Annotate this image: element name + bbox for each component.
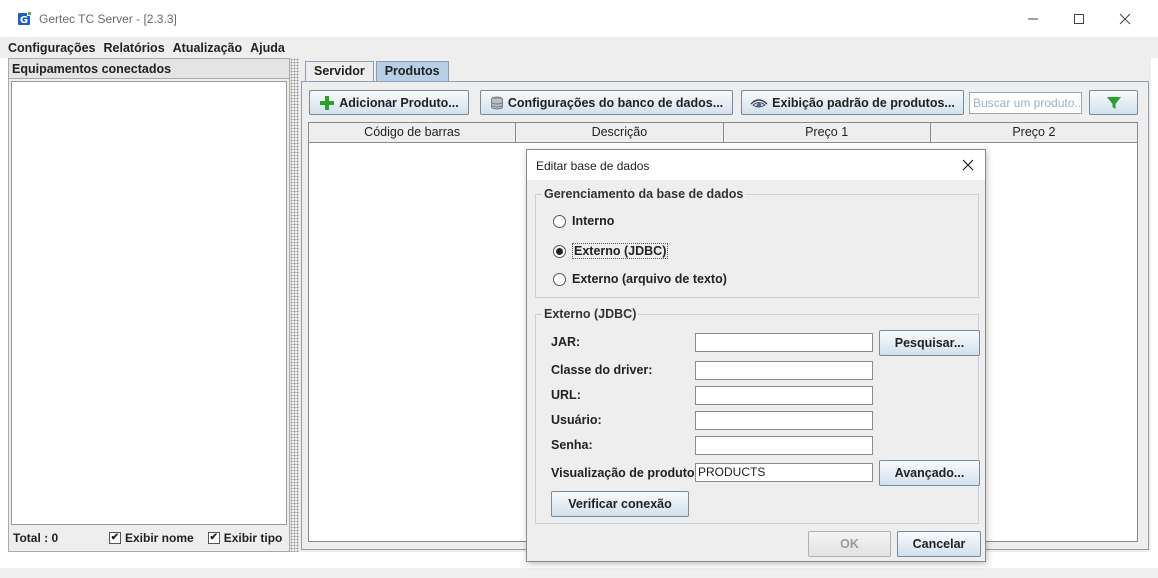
show-type-label: Exibir tipo	[223, 531, 283, 545]
split-pane-divider[interactable]	[290, 58, 299, 552]
edit-database-dialog: Editar base de dados Gerenciamento da ba…	[526, 149, 986, 562]
close-icon	[1119, 13, 1131, 24]
advanced-button[interactable]: Avançado...	[879, 460, 980, 486]
devices-total: Total : 0	[13, 531, 59, 545]
radio-externo-texto-label: Externo (arquivo de texto)	[572, 272, 727, 286]
database-icon	[490, 96, 503, 109]
product-search-input[interactable]: Buscar um produto...	[969, 92, 1082, 114]
column-header-price-1[interactable]: Preço 1	[724, 123, 931, 142]
browse-jar-button[interactable]: Pesquisar...	[879, 330, 980, 356]
menu-atualizacao[interactable]: Atualização	[173, 41, 242, 55]
minimize-button[interactable]	[1010, 0, 1056, 37]
add-product-button[interactable]: Adicionar Produto...	[309, 90, 469, 115]
test-connection-button[interactable]: Verificar conexão	[551, 491, 689, 517]
column-header-description[interactable]: Descrição	[516, 123, 724, 142]
user-label: Usuário:	[551, 413, 602, 427]
driver-class-input[interactable]	[695, 361, 873, 380]
show-name-label: Exibir nome	[125, 531, 194, 545]
radio-unselected-icon	[553, 272, 566, 286]
dialog-title-bar: Editar base de dados	[527, 150, 985, 180]
menu-relatorios[interactable]: Relatórios	[104, 41, 165, 55]
title-bar: G Gertec TC Server - [2.3.3]	[0, 0, 1158, 37]
filter-button[interactable]	[1089, 90, 1138, 115]
database-config-button[interactable]: Configurações do banco de dados...	[480, 90, 733, 115]
management-group-legend: Gerenciamento da base de dados	[542, 186, 746, 202]
tab-servidor[interactable]: Servidor	[305, 61, 374, 81]
devices-footer: Total : 0 ✔ Exibir nome ✔ Exibir tipo	[9, 525, 289, 551]
jdbc-group-legend: Externo (JDBC)	[542, 306, 639, 322]
menu-bar: Configurações Relatórios Atualização Aju…	[0, 37, 1158, 58]
driver-class-label: Classe do driver:	[551, 363, 653, 377]
radio-externo-jdbc[interactable]: Externo (JDBC)	[553, 243, 669, 259]
maximize-button[interactable]	[1056, 0, 1102, 37]
radio-externo-texto[interactable]: Externo (arquivo de texto)	[553, 272, 727, 286]
password-label: Senha:	[551, 438, 593, 452]
window-title: Gertec TC Server - [2.3.3]	[39, 12, 177, 26]
tab-produtos[interactable]: Produtos	[375, 61, 449, 81]
show-name-checkbox[interactable]: ✔ Exibir nome	[109, 531, 194, 545]
radio-interno-label: Interno	[572, 214, 615, 228]
bottom-strip	[0, 568, 1158, 578]
product-view-label: Visualização de produto:	[551, 466, 699, 480]
database-config-label: Configurações do banco de dados...	[507, 95, 724, 110]
menu-configuracoes[interactable]: Configurações	[8, 41, 96, 55]
dialog-title: Editar base de dados	[536, 159, 650, 173]
url-input[interactable]	[695, 386, 873, 405]
close-icon	[962, 159, 974, 171]
product-view-input[interactable]: PRODUCTS	[695, 463, 873, 482]
connected-devices-header: Equipamentos conectados	[9, 59, 289, 79]
checkbox-checked-icon: ✔	[109, 532, 121, 544]
user-input[interactable]	[695, 411, 873, 430]
radio-interno[interactable]: Interno	[553, 214, 614, 228]
cancel-button[interactable]: Cancelar	[897, 531, 981, 557]
default-view-button[interactable]: Exibição padrão de produtos...	[741, 90, 964, 115]
ok-button[interactable]: OK	[808, 531, 891, 557]
radio-externo-jdbc-label: Externo (JDBC)	[572, 243, 669, 259]
management-group: Gerenciamento da base de dados Interno E…	[535, 186, 979, 298]
column-header-barcode[interactable]: Código de barras	[309, 123, 517, 142]
maximize-icon	[1074, 13, 1084, 24]
plus-icon	[320, 95, 335, 110]
close-window-button[interactable]	[1102, 0, 1148, 37]
show-type-checkbox[interactable]: ✔ Exibir tipo	[207, 531, 283, 545]
svg-text:G: G	[20, 15, 28, 26]
jar-label: JAR:	[551, 335, 581, 349]
column-header-price-2[interactable]: Preço 2	[931, 123, 1137, 142]
checkbox-checked-icon: ✔	[207, 532, 220, 544]
dialog-close-button[interactable]	[959, 155, 977, 175]
menu-ajuda[interactable]: Ajuda	[250, 41, 285, 55]
radio-selected-icon	[553, 244, 566, 258]
password-input[interactable]	[695, 436, 873, 455]
app-icon: G	[16, 11, 32, 27]
connected-devices-list[interactable]	[11, 81, 287, 525]
filter-icon	[1106, 96, 1121, 109]
url-label: URL:	[551, 388, 581, 402]
jar-input[interactable]	[695, 333, 873, 352]
minimize-icon	[1028, 18, 1038, 19]
jdbc-group: Externo (JDBC) JAR: Pesquisar... Classe …	[535, 306, 980, 524]
eye-icon	[750, 98, 768, 107]
connected-devices-panel: Equipamentos conectados Total : 0 ✔ Exib…	[8, 58, 290, 552]
tab-bar: Servidor Produtos	[305, 61, 451, 81]
products-table-header: Código de barras Descrição Preço 1 Preço…	[309, 123, 1137, 143]
products-toolbar: Adicionar Produto... Configurações do ba…	[302, 90, 1148, 116]
default-view-label: Exibição padrão de produtos...	[772, 95, 955, 110]
add-product-label: Adicionar Produto...	[339, 95, 459, 110]
radio-unselected-icon	[553, 214, 566, 228]
